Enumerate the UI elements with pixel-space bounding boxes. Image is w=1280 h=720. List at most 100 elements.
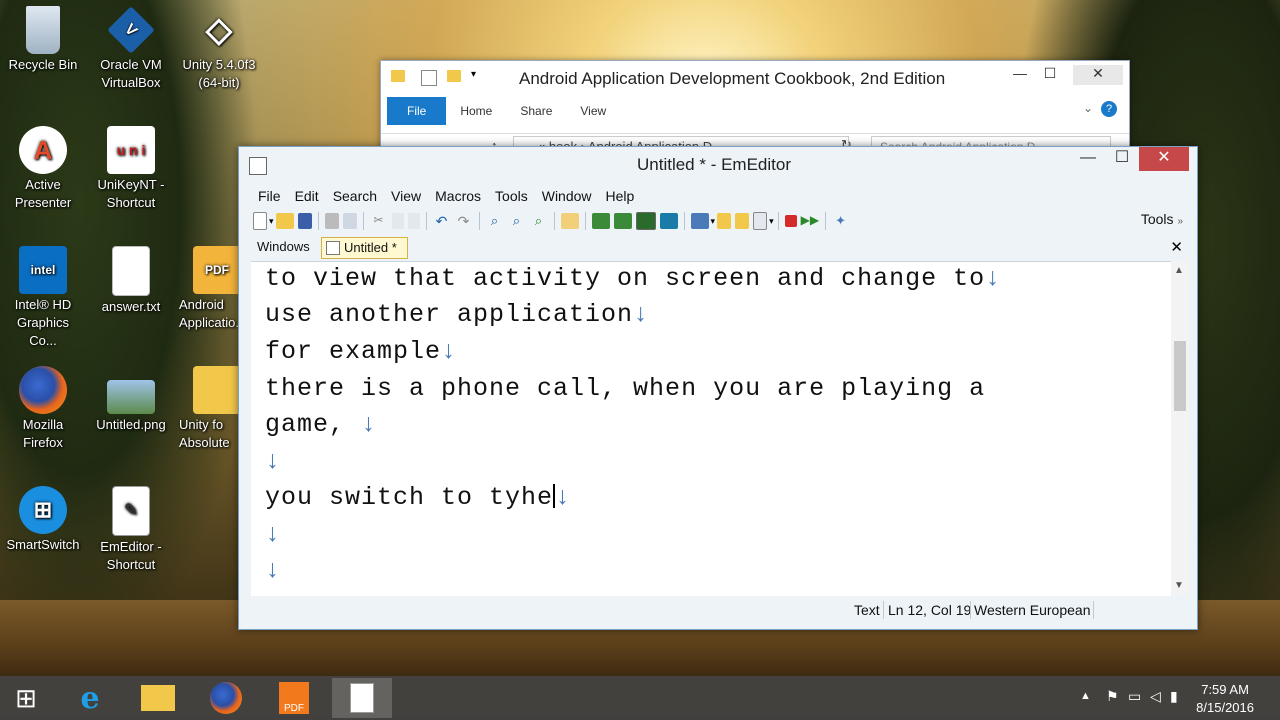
network-icon[interactable]: ▭ <box>1128 688 1141 705</box>
volume-icon[interactable]: ◁ <box>1150 688 1161 705</box>
properties-icon[interactable] <box>421 70 437 86</box>
show-hidden-icons[interactable]: ▲ <box>1080 690 1091 702</box>
copy-icon[interactable] <box>391 213 404 229</box>
desktop-icon-recycle-bin[interactable]: Recycle Bin <box>3 6 83 74</box>
status-mode[interactable]: Text <box>854 602 880 618</box>
line-text: there is a phone call, when you are play… <box>265 374 986 403</box>
toolbar-separator <box>478 212 480 230</box>
ribbon-tab-home[interactable]: Home <box>446 97 506 125</box>
menu-edit[interactable]: Edit <box>288 185 326 207</box>
activepresenter-icon: A <box>19 126 67 174</box>
desktop-icon-label: answer.txt <box>101 299 161 314</box>
desktop-icon-smartswitch[interactable]: ⊞ SmartSwitch <box>3 486 83 554</box>
find-prev-icon[interactable]: ⌕ <box>530 213 548 229</box>
wrap-page-icon[interactable] <box>659 213 678 229</box>
taskbar-internet-explorer[interactable]: e <box>60 678 120 718</box>
text-editor[interactable]: to view that activity on screen and chan… <box>251 261 1171 596</box>
power-icon[interactable]: ▮ <box>1170 688 1178 705</box>
desktop-icon-answer-txt[interactable]: answer.txt <box>91 246 171 316</box>
help-icon[interactable]: ? <box>1101 101 1117 117</box>
minimize-button[interactable]: — <box>1071 147 1105 171</box>
menu-file[interactable]: File <box>251 185 288 207</box>
customize-icon[interactable] <box>717 213 732 229</box>
undo-icon[interactable]: ↶ <box>433 213 451 229</box>
scroll-up-icon[interactable]: ▲ <box>1174 265 1184 276</box>
menu-window[interactable]: Window <box>535 185 599 207</box>
save-icon[interactable] <box>297 213 312 229</box>
desktop-icon-unity[interactable]: ◇ Unity 5.4.0f3 (64-bit) <box>179 6 259 92</box>
vertical-scrollbar[interactable]: ▲ ▼ <box>1171 261 1189 595</box>
run-macro-icon[interactable]: ▶▶ <box>801 213 819 229</box>
close-tab-icon[interactable]: ✕ <box>1170 238 1183 256</box>
taskbar-foxit-pdf[interactable]: PDF <box>264 678 324 718</box>
close-button[interactable]: ✕ <box>1073 65 1123 85</box>
desktop-icon-label: Recycle Bin <box>8 57 78 72</box>
desktop-icon-virtualbox[interactable]: V Oracle VM VirtualBox <box>91 6 171 92</box>
macros-icon[interactable] <box>753 212 768 230</box>
macros-dropdown-icon[interactable]: ▾ <box>769 216 774 227</box>
desktop-icon-untitled-png[interactable]: Untitled.png <box>91 366 171 434</box>
wrap-chars-icon[interactable] <box>613 213 632 229</box>
properties-icon[interactable] <box>735 213 750 229</box>
status-encoding[interactable]: Western European <box>974 602 1090 618</box>
cut-icon[interactable]: ✂ <box>370 213 388 229</box>
folder-icon <box>193 366 241 414</box>
menu-macros[interactable]: Macros <box>428 185 488 207</box>
menu-help[interactable]: Help <box>599 185 642 207</box>
desktop-icon-label: Android Applicatio... <box>179 297 241 330</box>
record-macro-icon[interactable] <box>784 215 797 227</box>
find-icon[interactable]: ⌕ <box>486 213 504 229</box>
minimize-button[interactable]: — <box>1005 65 1035 85</box>
new-file-icon[interactable] <box>253 212 267 230</box>
taskbar-emeditor[interactable] <box>332 678 392 718</box>
ribbon-tab-view[interactable]: View <box>566 97 620 125</box>
print-icon[interactable] <box>324 213 339 229</box>
system-clock[interactable]: 7:59 AM 8/15/2016 <box>1196 681 1254 717</box>
desktop-icon-unity-folder[interactable]: Unity fo Absolute <box>179 366 241 452</box>
scrollbar-thumb[interactable] <box>1174 341 1186 411</box>
tab-untitled[interactable]: Untitled * <box>321 237 408 259</box>
wrap-window-icon[interactable] <box>635 212 656 230</box>
wrap-none-icon[interactable] <box>591 213 610 229</box>
plugin-icon[interactable]: ✦ <box>832 213 850 229</box>
emeditor-window[interactable]: Untitled * - EmEditor — ☐ ✕ File Edit Se… <box>238 146 1198 630</box>
newline-mark: ↓ <box>265 520 282 549</box>
quick-access-dropdown-icon[interactable]: ▾ <box>471 69 476 80</box>
menu-tools[interactable]: Tools <box>488 185 535 207</box>
close-button[interactable]: ✕ <box>1139 147 1189 171</box>
menu-search[interactable]: Search <box>326 185 384 207</box>
print-preview-icon[interactable] <box>342 213 357 229</box>
new-folder-icon[interactable] <box>447 70 461 82</box>
tools-toolbar-button[interactable]: Tools » <box>1141 211 1183 227</box>
desktop-icon-label: EmEditor - Shortcut <box>100 539 162 572</box>
redo-icon[interactable]: ↷ <box>455 213 473 229</box>
desktop-icon-unikey[interactable]: u n i UniKeyNT - Shortcut <box>91 126 171 212</box>
desktop-icon-active-presenter[interactable]: A Active Presenter <box>3 126 83 212</box>
desktop-icon-android-pdf[interactable]: PDF Android Applicatio... <box>179 246 241 332</box>
start-button[interactable]: ⊞ <box>0 678 52 718</box>
taskbar-firefox[interactable] <box>196 678 256 718</box>
status-position[interactable]: Ln 12, Col 19 <box>888 602 971 618</box>
ribbon-expand-icon[interactable]: ⌄ <box>1083 101 1093 115</box>
paste-icon[interactable] <box>407 213 420 229</box>
configuration-icon[interactable] <box>690 213 709 229</box>
maximize-button[interactable]: ☐ <box>1105 147 1139 171</box>
action-center-flag-icon[interactable]: ⚑ <box>1106 688 1119 705</box>
taskbar-file-explorer[interactable] <box>128 678 188 718</box>
menu-view[interactable]: View <box>384 185 428 207</box>
document-tab-bar: Windows Untitled * ✕ <box>251 236 1187 259</box>
open-icon[interactable] <box>275 213 294 229</box>
desktop-icon-intel-hd[interactable]: intel Intel® HD Graphics Co... <box>3 246 83 350</box>
desktop-icon-emeditor[interactable]: ✎ EmEditor - Shortcut <box>91 486 171 574</box>
find-next-icon[interactable]: ⌕ <box>508 213 526 229</box>
scroll-down-icon[interactable]: ▼ <box>1174 580 1184 591</box>
ribbon-tab-file[interactable]: File <box>387 97 447 125</box>
configuration-dropdown-icon[interactable]: ▾ <box>711 216 716 227</box>
new-dropdown-icon[interactable]: ▾ <box>269 216 274 227</box>
ribbon-tab-share[interactable]: Share <box>506 97 566 125</box>
find-in-files-icon[interactable] <box>560 213 579 229</box>
maximize-button[interactable]: ☐ <box>1035 65 1065 85</box>
desktop-icon-firefox[interactable]: Mozilla Firefox <box>3 366 83 452</box>
windows-label[interactable]: Windows <box>257 239 310 254</box>
unikey-icon: u n i <box>107 126 155 174</box>
